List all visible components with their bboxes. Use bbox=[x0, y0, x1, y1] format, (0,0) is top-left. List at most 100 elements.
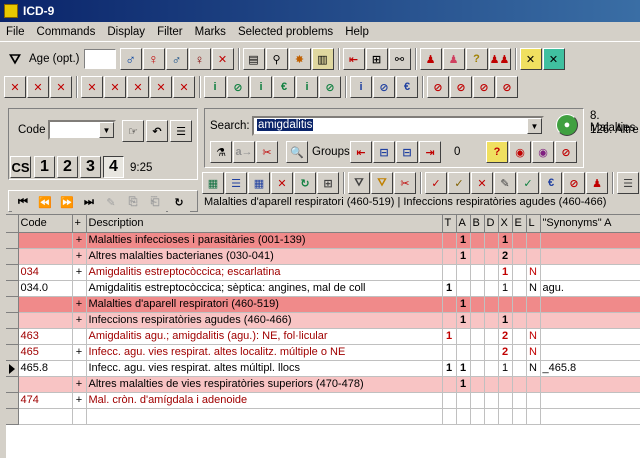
help-question-icon[interactable]: ? bbox=[486, 141, 508, 163]
row-indicator[interactable] bbox=[6, 360, 19, 377]
no-red-4-icon[interactable]: ⊘ bbox=[496, 76, 518, 98]
table-row[interactable]: + Altres malalties bacterianes (030-041) 1… bbox=[6, 248, 640, 265]
check-2-icon[interactable]: ✓ bbox=[448, 172, 470, 194]
wand-icon[interactable]: ⚗ bbox=[210, 141, 232, 163]
female-filter-icon[interactable]: ♀ bbox=[188, 48, 211, 70]
row-indicator[interactable] bbox=[6, 264, 19, 281]
menu-item-help[interactable]: Help bbox=[339, 22, 375, 42]
no-green-2-icon[interactable]: ⊘ bbox=[319, 76, 341, 98]
first-record-icon[interactable]: ⏮ bbox=[12, 191, 34, 213]
code-set-7-icon[interactable]: ✕ bbox=[150, 76, 172, 98]
paste-disabled-icon[interactable]: ⎗ bbox=[144, 191, 166, 213]
recycle-icon[interactable]: ↻ bbox=[294, 172, 316, 194]
code-set-3-icon[interactable]: ✕ bbox=[50, 76, 72, 98]
row-indicator[interactable] bbox=[6, 376, 19, 393]
box-x-green-icon[interactable]: ✕ bbox=[542, 48, 565, 70]
group-first-icon[interactable]: ⇤ bbox=[350, 141, 372, 163]
menu-item-commands[interactable]: Commands bbox=[31, 22, 102, 42]
mark-icon[interactable]: ✸ bbox=[288, 48, 311, 70]
no-red-icon[interactable]: ⊘ bbox=[427, 76, 449, 98]
group-next-icon[interactable]: ⊟ bbox=[396, 141, 418, 163]
code-combo[interactable]: ▼ bbox=[48, 120, 116, 140]
link-icon[interactable]: ⚯ bbox=[388, 48, 411, 70]
grid-icon[interactable]: ▦ bbox=[248, 172, 270, 194]
pin-icon[interactable]: ⚲ bbox=[265, 48, 288, 70]
table-row[interactable]: 465 + Infecc. agu. vies respirat. altes lo… bbox=[6, 344, 640, 361]
no-red-2-icon[interactable]: ⊘ bbox=[450, 76, 472, 98]
menu-item-filter[interactable]: Filter bbox=[151, 22, 189, 42]
search-clear-icon[interactable]: ✂ bbox=[256, 141, 278, 163]
tools-icon[interactable]: ✂ bbox=[394, 172, 416, 194]
table-row[interactable]: 034.0 Amigdalitis estreptocòccica; sèptic… bbox=[6, 280, 640, 297]
last-record-icon[interactable]: ⏭ bbox=[78, 191, 100, 213]
table-row[interactable]: + Infeccions respiratòries agudes (460-46… bbox=[6, 312, 640, 329]
gender-clear-icon[interactable]: ✕ bbox=[211, 48, 234, 70]
header-d[interactable]: D bbox=[484, 215, 499, 233]
table-row[interactable]: 463 Amigdalitis agu.; amigdalitis (agu.):… bbox=[6, 328, 640, 345]
filter-icon[interactable]: ⛛ bbox=[4, 48, 26, 70]
euro-icon[interactable]: € bbox=[540, 172, 562, 194]
export-icon[interactable]: ⇤ bbox=[342, 48, 365, 70]
eye-alt-icon[interactable]: ◉ bbox=[532, 141, 554, 163]
header-synonyms[interactable]: "Synonyms" A bbox=[540, 215, 640, 233]
filter-toggle-icon[interactable]: ⛛ bbox=[348, 172, 370, 194]
person-icon[interactable]: ♟ bbox=[586, 172, 608, 194]
box-x-yellow-icon[interactable]: ✕ bbox=[519, 48, 542, 70]
chevron-down-icon[interactable]: ▼ bbox=[527, 118, 542, 134]
level-1-button[interactable]: 1 bbox=[34, 156, 55, 178]
euro-blue-icon[interactable]: € bbox=[396, 76, 418, 98]
filter-ok-icon[interactable]: ⛛ bbox=[371, 172, 393, 194]
search-icon[interactable]: 🔍 bbox=[286, 141, 308, 163]
row-indicator[interactable] bbox=[6, 280, 19, 297]
people-icon[interactable]: ♟♟ bbox=[488, 48, 511, 70]
row-indicator[interactable] bbox=[6, 296, 19, 313]
age-input[interactable] bbox=[83, 49, 116, 69]
no-green-icon[interactable]: ⊘ bbox=[227, 76, 249, 98]
header-description[interactable]: Description bbox=[86, 215, 443, 233]
edit-disabled-icon[interactable]: ✎ bbox=[100, 191, 122, 213]
no-red-3-icon[interactable]: ⊘ bbox=[473, 76, 495, 98]
info-green-2-icon[interactable]: i bbox=[250, 76, 272, 98]
list-view-icon[interactable]: ☰ bbox=[617, 172, 639, 194]
search-input[interactable]: amigdalitis bbox=[257, 119, 314, 131]
row-indicator[interactable] bbox=[6, 328, 19, 345]
row-indicator[interactable] bbox=[6, 232, 19, 249]
no-icon[interactable]: ⊘ bbox=[563, 172, 585, 194]
go-icon[interactable]: ● bbox=[556, 114, 578, 136]
ok-icon[interactable]: ✓ bbox=[517, 172, 539, 194]
refresh-icon[interactable]: ↻ bbox=[168, 191, 190, 213]
menu-item-display[interactable]: Display bbox=[101, 22, 151, 42]
tree-view-icon[interactable]: ⊞ bbox=[317, 172, 339, 194]
code-set-2-icon[interactable]: ✕ bbox=[27, 76, 49, 98]
code-set-1-icon[interactable]: ✕ bbox=[4, 76, 26, 98]
male-icon[interactable]: ♂ bbox=[119, 48, 142, 70]
euro-green-icon[interactable]: € bbox=[273, 76, 295, 98]
header-t[interactable]: T bbox=[442, 215, 457, 233]
row-indicator[interactable] bbox=[6, 344, 19, 361]
clear-marks-icon[interactable]: ⊘ bbox=[555, 141, 577, 163]
table-row[interactable]: 474 + Mal. cròn. d'amígdala i adenoide bbox=[6, 392, 640, 409]
table-row[interactable]: + Malalties infeccioses i parasitàries (0… bbox=[6, 232, 640, 249]
eye-icon[interactable]: ◉ bbox=[509, 141, 531, 163]
search-combo[interactable]: amigdalitis ▼ bbox=[252, 116, 544, 136]
male-filter-icon[interactable]: ♂ bbox=[165, 48, 188, 70]
level-3-button[interactable]: 3 bbox=[80, 156, 101, 178]
code-set-4-icon[interactable]: ✕ bbox=[81, 76, 103, 98]
menu-item-selected-problems[interactable]: Selected problems bbox=[232, 22, 339, 42]
female-icon[interactable]: ♀ bbox=[142, 48, 165, 70]
prev-record-icon[interactable]: ⏪ bbox=[34, 191, 56, 213]
code-set-8-icon[interactable]: ✕ bbox=[173, 76, 195, 98]
info-blue-icon[interactable]: i bbox=[350, 76, 372, 98]
table-row[interactable]: 465.8 Infecc. agu. vies respirat. altes m… bbox=[6, 360, 640, 377]
chevron-down-icon[interactable]: ▼ bbox=[99, 122, 114, 138]
tree-icon[interactable]: ⊞ bbox=[365, 48, 388, 70]
undo-icon[interactable]: ↶ bbox=[146, 120, 168, 142]
hand-icon[interactable]: ☞ bbox=[122, 120, 144, 142]
edit-icon[interactable]: ✎ bbox=[494, 172, 516, 194]
level-2-button[interactable]: 2 bbox=[57, 156, 78, 178]
list-blue-icon[interactable]: ☰ bbox=[225, 172, 247, 194]
copy-disabled-icon[interactable]: ⎘ bbox=[122, 191, 144, 213]
menu-item-file[interactable]: File bbox=[0, 22, 31, 42]
check-icon[interactable]: ✓ bbox=[425, 172, 447, 194]
info-green-icon[interactable]: i bbox=[204, 76, 226, 98]
